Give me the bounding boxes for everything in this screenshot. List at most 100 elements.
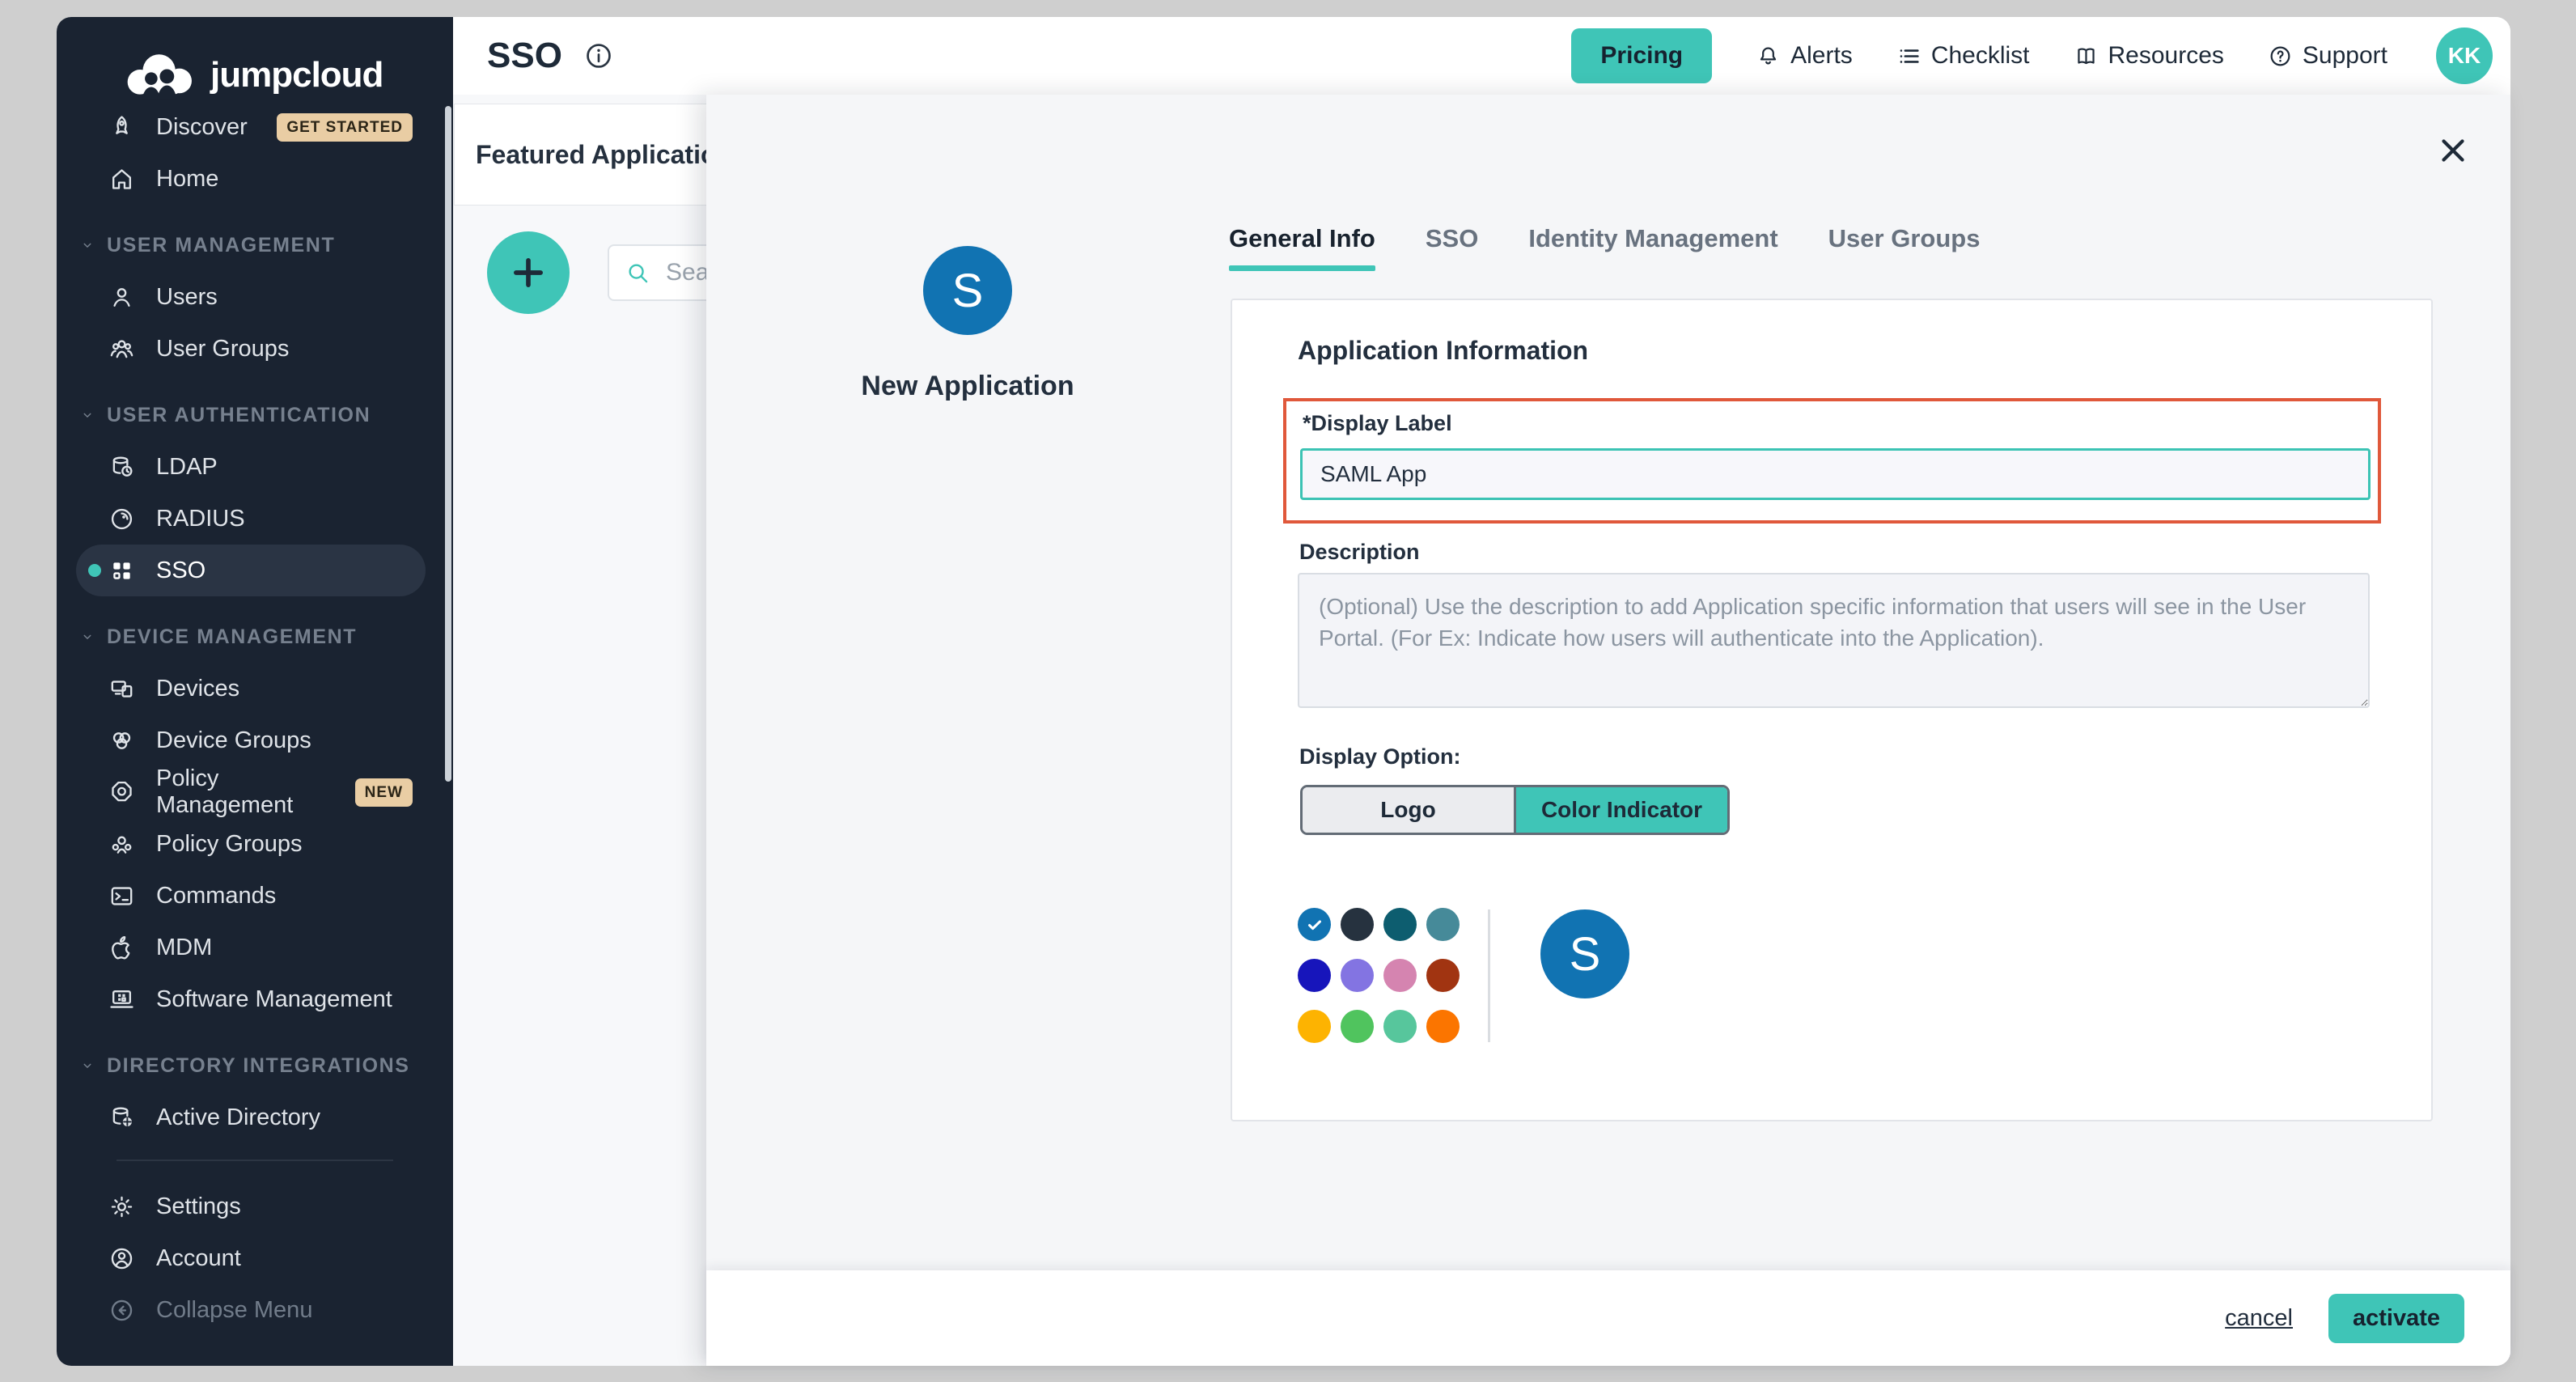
sidebar-item-label: Settings bbox=[156, 1193, 241, 1220]
sidebar-item-settings[interactable]: Settings bbox=[76, 1181, 426, 1232]
tab-general-info[interactable]: General Info bbox=[1229, 224, 1375, 253]
sidebar-item-ldap[interactable]: LDAP bbox=[76, 441, 426, 493]
sidebar-section-device-management[interactable]: DEVICE MANAGEMENT bbox=[76, 611, 426, 663]
header-link-resources[interactable]: Resources bbox=[2074, 42, 2224, 70]
search-icon bbox=[624, 259, 651, 286]
sidebar-item-label: Users bbox=[156, 284, 218, 311]
color-preview-circle: S bbox=[1540, 909, 1629, 998]
app-window: SSO Pricing Alerts Checklist Resources Supp… bbox=[57, 17, 2510, 1366]
section-label: DIRECTORY INTEGRATIONS bbox=[107, 1054, 410, 1078]
terminal-icon bbox=[108, 883, 135, 909]
header-link-label: Checklist bbox=[1931, 42, 2030, 70]
display-option-color-indicator[interactable]: Color Indicator bbox=[1514, 787, 1727, 833]
sidebar-item-users[interactable]: Users bbox=[76, 271, 426, 323]
pricing-button[interactable]: Pricing bbox=[1571, 28, 1712, 83]
close-icon[interactable] bbox=[2434, 132, 2472, 169]
header-link-label: Support bbox=[2303, 42, 2387, 70]
tab-sso[interactable]: SSO bbox=[1426, 224, 1478, 253]
top-header: SSO Pricing Alerts Checklist Resources Supp… bbox=[453, 17, 2510, 95]
color-swatch-11[interactable] bbox=[1426, 1010, 1460, 1043]
color-swatch-8[interactable] bbox=[1298, 1010, 1331, 1043]
sidebar-item-active-directory[interactable]: Active Directory bbox=[76, 1092, 426, 1143]
add-application-button[interactable] bbox=[487, 231, 570, 314]
gear-icon bbox=[108, 1193, 135, 1220]
swatch-preview-divider bbox=[1488, 909, 1490, 1042]
sidebar-item-label: Policy Management bbox=[156, 765, 355, 819]
color-swatch-1[interactable] bbox=[1341, 908, 1374, 941]
display-option-logo[interactable]: Logo bbox=[1303, 787, 1514, 833]
info-icon[interactable] bbox=[583, 40, 614, 71]
color-swatch-6[interactable] bbox=[1383, 959, 1417, 992]
sidebar-item-label: Active Directory bbox=[156, 1104, 320, 1131]
sidebar-nav: DiscoverGET STARTED Home USER MANAGEMENT Us… bbox=[57, 101, 453, 1336]
sidebar-item-label: Collapse Menu bbox=[156, 1297, 312, 1324]
sidebar-item-label: RADIUS bbox=[156, 506, 245, 532]
sidebar-divider bbox=[117, 1159, 393, 1161]
sidebar-item-sso[interactable]: SSO bbox=[76, 545, 426, 596]
sidebar-item-radius[interactable]: RADIUS bbox=[76, 493, 426, 545]
color-swatch-3[interactable] bbox=[1426, 908, 1460, 941]
sidebar-scrollbar[interactable] bbox=[445, 106, 451, 782]
policy-group-icon bbox=[108, 831, 135, 858]
tab-identity-management[interactable]: Identity Management bbox=[1528, 224, 1777, 253]
color-swatch-7[interactable] bbox=[1426, 959, 1460, 992]
user-icon bbox=[108, 284, 135, 311]
color-swatch-4[interactable] bbox=[1298, 959, 1331, 992]
sidebar-item-label: Home bbox=[156, 166, 218, 193]
sidebar-item-mdm[interactable]: MDM bbox=[76, 922, 426, 973]
sidebar-item-commands[interactable]: Commands bbox=[76, 870, 426, 922]
display-label-input[interactable] bbox=[1300, 448, 2371, 500]
user-group-icon bbox=[108, 336, 135, 362]
sidebar-item-home[interactable]: Home bbox=[76, 153, 426, 205]
header-link-checklist[interactable]: Checklist bbox=[1896, 42, 2030, 70]
color-swatch-5[interactable] bbox=[1341, 959, 1374, 992]
header-link-support[interactable]: Support bbox=[2268, 42, 2387, 70]
sidebar-item-account[interactable]: Account bbox=[76, 1232, 426, 1284]
section-label: DEVICE MANAGEMENT bbox=[107, 625, 357, 649]
color-swatch-10[interactable] bbox=[1383, 1010, 1417, 1043]
sidebar-item-software-management[interactable]: Software Management bbox=[76, 973, 426, 1025]
activate-button[interactable]: activate bbox=[2328, 1294, 2464, 1343]
modal-tabs: General Info SSO Identity Management User G… bbox=[1229, 224, 1980, 253]
chevron-down-icon bbox=[79, 237, 95, 253]
description-textarea[interactable] bbox=[1298, 573, 2370, 708]
rocket-icon bbox=[108, 114, 135, 141]
sidebar-section-user-authentication[interactable]: USER AUTHENTICATION bbox=[76, 389, 426, 441]
tab-user-groups[interactable]: User Groups bbox=[1828, 224, 1981, 253]
sidebar-item-label: Software Management bbox=[156, 986, 392, 1013]
venn-icon bbox=[108, 727, 135, 754]
sidebar-item-device-groups[interactable]: Device Groups bbox=[76, 714, 426, 766]
sidebar-item-devices[interactable]: Devices bbox=[76, 663, 426, 714]
sidebar-section-directory-integrations[interactable]: DIRECTORY INTEGRATIONS bbox=[76, 1040, 426, 1092]
database-clock-icon bbox=[108, 454, 135, 481]
sidebar-item-label: Account bbox=[156, 1245, 241, 1272]
sidebar-item-collapse-menu[interactable]: Collapse Menu bbox=[76, 1284, 426, 1336]
display-option-toggle: LogoColor Indicator bbox=[1300, 785, 1730, 835]
sidebar-item-discover[interactable]: DiscoverGET STARTED bbox=[76, 101, 426, 153]
color-swatch-0[interactable] bbox=[1298, 908, 1331, 941]
page-title: SSO bbox=[487, 36, 562, 76]
color-swatch-9[interactable] bbox=[1341, 1010, 1374, 1043]
sidebar-item-policy-management[interactable]: Policy ManagementNEW bbox=[76, 766, 426, 818]
sidebar-item-label: Device Groups bbox=[156, 727, 311, 754]
avatar[interactable]: KK bbox=[2436, 28, 2493, 84]
color-swatch-2[interactable] bbox=[1383, 908, 1417, 941]
sidebar-section-user-management[interactable]: USER MANAGEMENT bbox=[76, 219, 426, 271]
display-option-label: Display Option: bbox=[1299, 744, 1461, 769]
section-label: USER AUTHENTICATION bbox=[107, 404, 371, 427]
application-information-card: Application Information *Display Label D… bbox=[1231, 299, 2433, 1121]
sidebar-item-policy-groups[interactable]: Policy Groups bbox=[76, 818, 426, 870]
help-icon bbox=[2268, 44, 2293, 69]
octagon-ring-icon bbox=[108, 779, 135, 806]
new-badge: NEW bbox=[355, 778, 413, 807]
cancel-button[interactable]: cancel bbox=[2225, 1305, 2293, 1332]
devices-icon bbox=[108, 676, 135, 702]
display-label-highlight-outline: *Display Label bbox=[1283, 398, 2381, 524]
get-started-badge: GET STARTED bbox=[277, 113, 413, 142]
display-label-label: *Display Label bbox=[1303, 411, 1452, 436]
sidebar-item-user-groups[interactable]: User Groups bbox=[76, 323, 426, 375]
header-actions: Pricing AlertsChecklistResourcesSupport … bbox=[1571, 28, 2510, 84]
jumpcloud-cloud-icon bbox=[121, 49, 199, 101]
header-link-alerts[interactable]: Alerts bbox=[1756, 42, 1853, 70]
grid-icon bbox=[108, 557, 135, 584]
